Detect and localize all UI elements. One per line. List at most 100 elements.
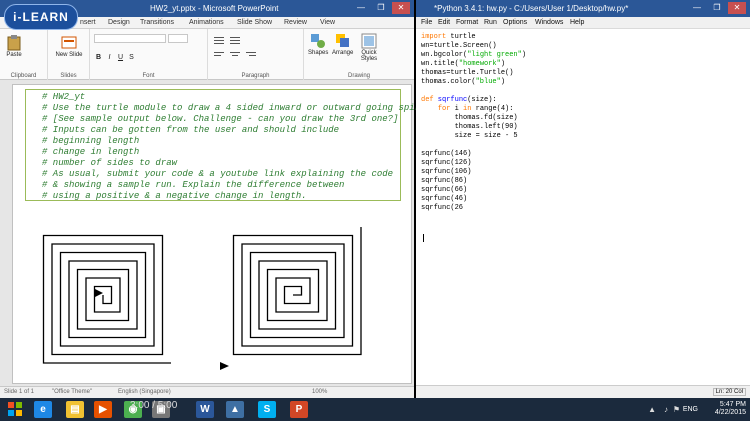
minimize-button[interactable]: — (352, 2, 370, 14)
clipboard-icon (7, 35, 21, 51)
idle-editor-window: *Python 3.4.1: hw.py - C:/Users/User 1/D… (416, 0, 750, 398)
assignment-line: # number of sides to draw (42, 158, 178, 168)
language-indicator: English (Singapore) (118, 389, 171, 395)
slide[interactable]: # HW2_yt # Use the turtle module to draw… (12, 84, 436, 384)
volume-icon[interactable]: ♪ (664, 405, 668, 414)
paragraph-group: Paragraph (208, 29, 304, 80)
ie-taskbar-icon[interactable]: e (34, 401, 52, 418)
code-line: sqrfunc(66) (421, 186, 468, 194)
menu-edit[interactable]: Edit (438, 19, 450, 26)
system-tray: ▲ ♪ ⚑ ENG 5:47 PM 4/22/2015 (626, 400, 746, 419)
code-line: sqrfunc(86) (421, 177, 468, 185)
powerpoint-window: HW2_yt.pptx - Microsoft PowerPoint — ❐ ✕… (0, 0, 436, 398)
arrange-icon (335, 34, 349, 47)
font-size-box[interactable] (168, 34, 188, 43)
slides-group: New Slide Slides (48, 29, 90, 80)
input-language[interactable]: ENG (683, 406, 698, 413)
shapes-button[interactable]: Shapes (308, 33, 328, 56)
new-slide-label: New Slide (55, 52, 83, 58)
maximize-button[interactable]: ❐ (372, 2, 390, 14)
menu-run[interactable]: Run (484, 19, 497, 26)
menu-format[interactable]: Format (456, 19, 478, 26)
file-explorer-taskbar-icon[interactable]: ▤ (66, 401, 84, 418)
italic-button[interactable]: I (105, 53, 114, 62)
spiral-path (232, 227, 362, 356)
tab-animations[interactable]: Animations (189, 19, 224, 26)
minimize-button[interactable]: — (688, 2, 706, 14)
menu-windows[interactable]: Windows (535, 19, 563, 26)
quick-styles-label: Quick Styles (360, 50, 378, 62)
start-button[interactable] (4, 401, 26, 418)
idle-title-bar: *Python 3.4.1: hw.py - C:/Users/User 1/D… (416, 0, 750, 17)
word-taskbar-icon[interactable]: W (196, 401, 214, 418)
maximize-button[interactable]: ❐ (708, 2, 726, 14)
inward-spiral-drawing (42, 234, 171, 364)
cursor-position: Ln: 20 Col (712, 388, 746, 396)
menu-file[interactable]: File (421, 19, 432, 26)
tab-insert[interactable]: nsert (80, 19, 96, 26)
idle-status-bar: Ln: 20 Col (416, 385, 750, 398)
tab-view[interactable]: View (320, 19, 335, 26)
arrange-button[interactable]: Arrange (332, 33, 353, 56)
bold-button[interactable]: B (94, 53, 103, 62)
code-line: wn.title("homework") (421, 60, 506, 68)
tab-review[interactable]: Review (284, 19, 307, 26)
arrange-label: Arrange (332, 50, 354, 56)
code-line: sqrfunc(126) (421, 159, 472, 167)
menu-help[interactable]: Help (570, 19, 584, 26)
tab-design[interactable]: Design (108, 19, 130, 26)
code-line: thomas.fd(size) (421, 114, 518, 122)
group-label-paragraph: Paragraph (241, 73, 270, 79)
menu-options[interactable]: Options (503, 19, 527, 26)
clock[interactable]: 5:47 PM 4/22/2015 (702, 401, 746, 417)
shadow-button[interactable]: S (127, 53, 136, 62)
assignment-line: # [See sample output below. Challenge - … (42, 114, 399, 124)
outward-spiral-drawing (232, 227, 362, 356)
tab-slide-show[interactable]: Slide Show (237, 19, 272, 26)
code-line: sqrfunc(26 (421, 204, 464, 212)
new-slide-button[interactable]: New Slide (54, 35, 84, 58)
shapes-icon (311, 34, 326, 48)
group-label-slides: Slides (60, 73, 77, 79)
idle-menu-bar: File Edit Format Run Options Windows Hel… (416, 17, 750, 29)
shapes-label: Shapes (308, 50, 329, 56)
assignment-line: # Inputs can be gotten from the user and… (42, 125, 340, 135)
underline-button[interactable]: U (116, 53, 125, 62)
skype-taskbar-icon[interactable]: S (258, 401, 276, 418)
turtle-cursor-icon (95, 289, 103, 297)
group-label-clipboard: Clipboard (10, 73, 37, 79)
code-line: sqrfunc(146) (421, 150, 472, 158)
group-label-drawing: Drawing (347, 73, 370, 79)
assignment-line: # using a positive & a negative change i… (42, 191, 307, 201)
code-line: sqrfunc(106) (421, 168, 472, 176)
slide-count: Slide 1 of 1 (4, 389, 35, 395)
flag-icon[interactable]: ⚑ (673, 405, 680, 414)
zoom-level[interactable]: 100% (312, 389, 327, 395)
taskbar: e ▤ ▶ ◉ ▣ W ▲ S P ▲ ♪ ⚑ ENG 5:47 PM 4/22/2015 (0, 398, 750, 421)
assignment-line: # & showing a sample run. Explain the di… (42, 180, 345, 190)
ribbon: Paste Clipboard New Slide Slides B I U S… (0, 29, 414, 80)
new-slide-icon (61, 36, 77, 49)
media-player-taskbar-icon[interactable]: ▶ (94, 401, 112, 418)
font-group: B I U S Font (90, 29, 208, 80)
code-line: thomas.left(90) (421, 123, 518, 131)
code-line: import turtle (421, 33, 476, 41)
powerpoint-taskbar-icon[interactable]: P (290, 401, 308, 418)
code-line: thomas.color("blue") (421, 78, 506, 86)
assignment-text-box[interactable]: # HW2_yt # Use the turtle module to draw… (25, 89, 436, 201)
paste-button[interactable]: Paste (6, 35, 22, 58)
close-button[interactable]: ✕ (392, 2, 410, 14)
code-editor[interactable]: import turtle wn=turtle.Screen() wn.bgcolo… (416, 29, 750, 385)
font-name-box[interactable] (94, 34, 166, 43)
assignment-line: # Use the turtle module to draw a 4 side… (42, 103, 437, 113)
quick-styles-button[interactable]: Quick Styles (358, 33, 380, 62)
code-line: wn.bgcolor("light green") (421, 51, 527, 59)
slide-area: # HW2_yt # Use the turtle module to draw… (0, 80, 436, 386)
network-icon[interactable]: ▲ (648, 405, 656, 414)
python-taskbar-icon[interactable]: ▲ (226, 401, 244, 418)
assignment-line: # beginning length (42, 136, 140, 146)
close-button[interactable]: ✕ (728, 2, 746, 14)
paragraph-icons[interactable] (214, 35, 294, 63)
quick-styles-icon (361, 33, 377, 49)
tab-transitions[interactable]: Transitions (140, 19, 174, 26)
